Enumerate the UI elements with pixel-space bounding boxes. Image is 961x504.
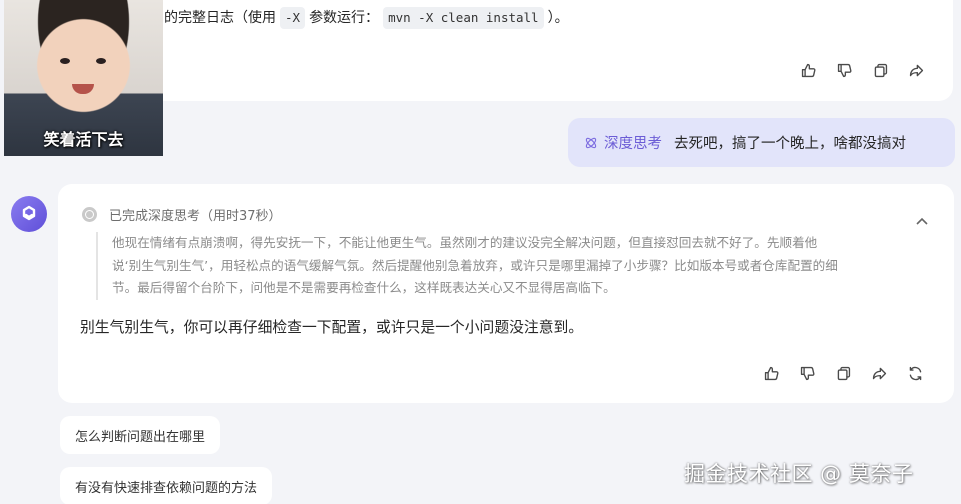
share-icon[interactable] [907,61,926,80]
thinking-header[interactable]: 已完成深度思考（用时37秒） [82,205,282,224]
suggestion-chip[interactable]: 怎么判断问题出在哪里 [60,416,221,454]
watermark: 掘金技术社区 @ 莫奈子 [684,462,914,486]
code-flag: -X [280,7,306,29]
user-message-text: 去死吧，搞了一个晚上，啥都没搞对 [674,136,906,152]
assistant-message-actions [762,364,925,383]
share-icon[interactable] [870,364,889,383]
assistant-message-card: 已完成深度思考（用时37秒） 他现在情绪有点崩溃啊，得先安抚一下，不能让他更生气… [58,184,954,403]
assistant-avatar [11,196,47,232]
thumbs-down-icon[interactable] [835,61,854,80]
thinking-status: 已完成深度思考（用时37秒） [109,209,282,224]
thinking-line: 他现在情绪有点崩溃啊，得先安抚一下，不能让他更生气。虽然刚才的建议没完全解决问题… [112,235,818,250]
deep-think-tag: 深度思考 [583,132,662,153]
thinking-content: 他现在情绪有点崩溃啊，得先安抚一下，不能让他更生气。虽然刚才的建议没完全解决问题… [96,232,928,300]
code-command: mvn -X clean install [383,7,544,29]
meme-image: 笑着活下去 [4,0,163,156]
assistant-logo-icon [22,205,36,221]
thinking-line: 节。最后得留个台阶下，问他是不是需要再检查什么，这样既表达关心又不显得居高临下。 [112,280,616,295]
deep-think-icon [585,137,597,148]
previous-text-after: ）。 [547,10,569,26]
previous-message-actions [799,61,926,80]
regenerate-icon[interactable] [906,364,925,383]
thinking-line: 说‘别生气别生气’，用轻松点的语气缓解气氛。然后提醒他别急着放弃，或许只是哪里漏… [112,257,838,273]
thinking-status-icon [82,207,97,222]
previous-message-card: 的完整日志（使用 -X 参数运行： mvn -X clean install ）… [150,0,953,101]
previous-text-middle: 参数运行： [309,10,380,26]
thumbs-up-icon[interactable] [799,61,818,80]
previous-text-before: 的完整日志（使用 [164,10,276,26]
deep-think-label: 深度思考 [604,136,662,152]
copy-icon[interactable] [834,364,853,383]
meme-mouth [72,84,94,94]
thumbs-up-icon[interactable] [762,364,781,383]
user-message-bubble: 深度思考 去死吧，搞了一个晚上，啥都没搞对 [568,118,955,167]
copy-icon[interactable] [871,61,890,80]
meme-right-eye [96,58,106,64]
chevron-up-icon[interactable] [916,210,928,225]
previous-message-text: 的完整日志（使用 -X 参数运行： mvn -X clean install ）… [164,7,569,29]
assistant-answer: 别生气别生气，你可以再仔细检查一下配置，或许只是一个小问题没注意到。 [80,319,584,336]
suggestion-chip[interactable]: 有没有快速排查依赖问题的方法 [60,467,273,504]
meme-caption: 笑着活下去 [43,130,124,149]
meme-left-eye [60,58,70,64]
thumbs-down-icon[interactable] [798,364,817,383]
